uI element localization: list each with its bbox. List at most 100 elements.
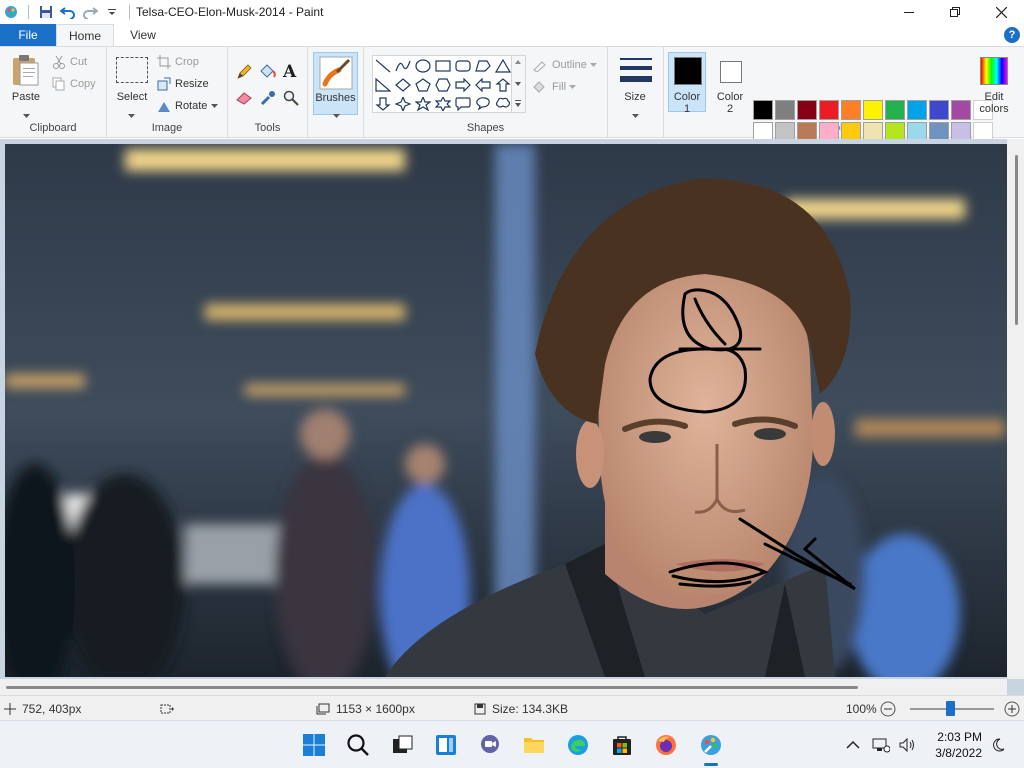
pencil-icon[interactable] [235, 63, 253, 84]
drawing-canvas[interactable] [5, 144, 1007, 677]
vertical-scroll-thumb[interactable] [1015, 155, 1018, 325]
image-group: Select Crop Resize Rotate Image [107, 47, 228, 137]
resize-button[interactable]: Resize [157, 74, 209, 94]
shape-down-arrow-icon[interactable] [373, 94, 393, 113]
shape-rounded-rectangle-icon[interactable] [453, 56, 473, 75]
rotate-button[interactable]: Rotate [157, 96, 222, 116]
widgets-button[interactable] [430, 729, 462, 761]
copy-button[interactable]: Copy [52, 74, 96, 94]
scissors-icon [53, 55, 65, 69]
tab-file[interactable]: File [0, 24, 56, 46]
zoom-out-button[interactable] [880, 696, 902, 721]
shape-diamond-icon[interactable] [393, 75, 413, 94]
paste-button[interactable]: Paste [6, 91, 46, 103]
firefox-button[interactable] [650, 729, 682, 761]
search-button[interactable] [342, 729, 374, 761]
shape-rounded-callout-icon[interactable] [453, 94, 473, 113]
volume-button[interactable] [894, 729, 920, 761]
undo-icon[interactable] [57, 1, 79, 23]
shape-left-arrow-icon[interactable] [473, 75, 493, 94]
color-swatch[interactable] [929, 100, 949, 120]
save-icon[interactable] [35, 1, 57, 23]
file-explorer-button[interactable] [518, 729, 550, 761]
shape-triangle-icon[interactable] [493, 56, 513, 75]
shape-five-point-star-icon[interactable] [413, 94, 433, 113]
text-tool-icon[interactable]: A [283, 62, 296, 82]
zoom-in-icon [1004, 701, 1020, 716]
shape-right-triangle-icon[interactable] [373, 75, 393, 94]
start-button[interactable] [298, 729, 330, 761]
color-2-button[interactable]: Color 2 [711, 52, 749, 115]
shape-curve-icon[interactable] [393, 56, 413, 75]
paste-icon[interactable] [10, 53, 44, 89]
chat-button[interactable] [474, 729, 506, 761]
color-swatch[interactable] [753, 100, 773, 120]
minimize-button[interactable] [886, 0, 932, 24]
shape-pentagon-icon[interactable] [413, 75, 433, 94]
eraser-icon[interactable] [235, 91, 253, 108]
show-hidden-icons-button[interactable] [840, 729, 866, 761]
close-button[interactable] [978, 0, 1024, 24]
select-button[interactable]: Select [111, 91, 153, 103]
color-swatch[interactable] [951, 100, 971, 120]
shape-four-point-star-icon[interactable] [393, 94, 413, 113]
store-button[interactable] [606, 729, 638, 761]
color-1-button[interactable]: Color 1 [668, 52, 706, 115]
color-swatch[interactable] [841, 100, 861, 120]
redo-icon[interactable] [79, 1, 101, 23]
tab-home[interactable]: Home [56, 24, 114, 46]
clock-date: 3/8/2022 [935, 746, 982, 760]
shape-hexagon-icon[interactable] [433, 75, 453, 94]
customize-toolbar-icon[interactable] [101, 1, 123, 23]
color-swatch[interactable] [819, 100, 839, 120]
brushes-button[interactable]: Brushes [313, 52, 358, 118]
magnifier-icon[interactable] [283, 90, 299, 109]
shape-line-icon[interactable] [373, 56, 393, 75]
shape-oval-icon[interactable] [413, 56, 433, 75]
network-button[interactable] [868, 729, 894, 761]
fill-button[interactable]: Fill [532, 77, 580, 97]
tab-view[interactable]: View [114, 24, 172, 46]
color-swatch[interactable] [907, 100, 927, 120]
shape-six-point-star-icon[interactable] [433, 94, 453, 113]
vertical-scrollbar[interactable] [1007, 139, 1024, 679]
task-view-button[interactable] [386, 729, 418, 761]
chevron-down-icon[interactable] [23, 107, 30, 121]
fill-label: Fill [552, 81, 567, 93]
edit-colors-button[interactable]: Edit colors [976, 53, 1016, 119]
paint-taskbar-button[interactable] [695, 729, 727, 761]
size-group[interactable]: Size [608, 47, 664, 137]
outline-button[interactable]: Outline [532, 55, 601, 75]
color-swatch[interactable] [863, 100, 883, 120]
fill-bucket-icon[interactable] [258, 62, 278, 83]
maximize-button[interactable] [932, 0, 978, 24]
crop-button[interactable]: Crop [157, 52, 199, 72]
taskbar-clock[interactable]: 2:03 PM 3/8/2022 [935, 729, 982, 761]
shape-cloud-callout-icon[interactable] [493, 94, 513, 113]
select-icon[interactable] [116, 57, 148, 83]
zoom-slider-thumb[interactable] [946, 701, 955, 716]
color-swatch[interactable] [797, 100, 817, 120]
zoom-out-icon [880, 701, 896, 716]
network-icon [872, 738, 890, 753]
notifications-button[interactable] [986, 729, 1010, 761]
shape-up-arrow-icon[interactable] [493, 75, 513, 94]
shape-polygon-icon[interactable] [473, 56, 493, 75]
search-icon [347, 734, 369, 756]
edge-button[interactable] [562, 729, 594, 761]
color-picker-icon[interactable] [259, 89, 277, 110]
color-swatch[interactable] [885, 100, 905, 120]
cut-button[interactable]: Cut [52, 52, 87, 72]
horizontal-scrollbar[interactable] [0, 679, 1007, 695]
shape-right-arrow-icon[interactable] [453, 75, 473, 94]
shape-rectangle-icon[interactable] [433, 56, 453, 75]
horizontal-scroll-thumb[interactable] [6, 686, 858, 689]
paint-app-icon[interactable] [0, 1, 22, 23]
shapes-scrollbar[interactable] [512, 55, 526, 113]
shape-oval-callout-icon[interactable] [473, 94, 493, 113]
selection-size [160, 696, 180, 721]
color-swatch[interactable] [775, 100, 795, 120]
help-icon[interactable]: ? [1004, 27, 1020, 43]
zoom-in-button[interactable] [1004, 696, 1024, 721]
chevron-down-icon[interactable] [128, 107, 135, 121]
